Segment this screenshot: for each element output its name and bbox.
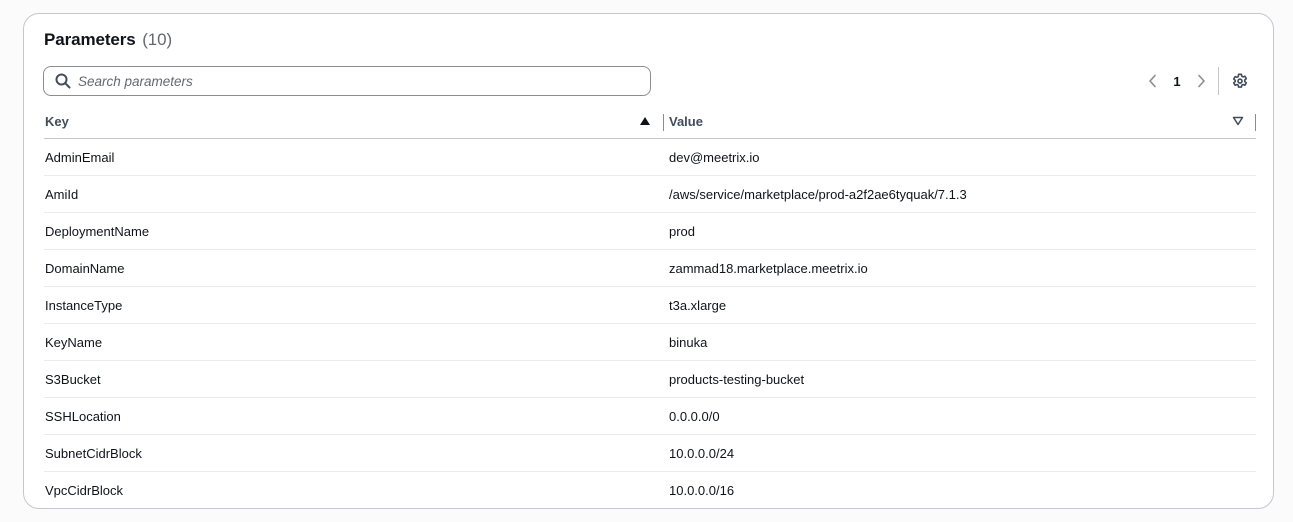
search-input[interactable] xyxy=(78,73,618,89)
parameter-key: DomainName xyxy=(44,249,664,287)
search-icon xyxy=(54,72,72,90)
parameter-key: SubnetCidrBlock xyxy=(44,434,664,472)
parameters-panel: Parameters (10) 1 xyxy=(23,13,1274,509)
parameter-value: binuka xyxy=(664,323,1256,361)
pagination-divider xyxy=(1218,67,1219,95)
column-header-key[interactable]: Key xyxy=(44,104,664,139)
parameter-value: prod xyxy=(664,212,1256,250)
table-row: KeyName binuka xyxy=(44,323,1256,361)
column-header-value-label: Value xyxy=(669,113,703,129)
column-header-value[interactable]: Value xyxy=(664,104,1256,139)
panel-title: Parameters xyxy=(44,30,136,49)
parameter-value: zammad18.marketplace.meetrix.io xyxy=(664,249,1256,287)
column-resizer[interactable] xyxy=(1255,114,1256,131)
parameter-key: DeploymentName xyxy=(44,212,664,250)
parameter-key: AmiId xyxy=(44,175,664,213)
table-row: SSHLocation 0.0.0.0/0 xyxy=(44,397,1256,435)
parameter-value: 10.0.0.0/16 xyxy=(669,482,735,498)
parameter-count: (10) xyxy=(142,30,173,49)
table-row: VpcCidrBlock 10.0.0.0/16 xyxy=(44,472,1256,509)
table-row: AdminEmail dev@meetrix.io xyxy=(44,138,1256,176)
gear-icon xyxy=(1232,73,1248,88)
parameter-key: KeyName xyxy=(44,323,664,361)
parameter-value: dev@meetrix.io xyxy=(664,138,1256,176)
parameter-key: AdminEmail xyxy=(44,138,664,176)
table-row: DeploymentName prod xyxy=(44,212,1256,250)
parameter-value: 0.0.0.0/0 xyxy=(664,397,1256,435)
parameter-key: SSHLocation xyxy=(44,397,664,435)
parameter-value: t3a.xlarge xyxy=(664,286,1256,324)
caret-up-filled-icon[interactable] xyxy=(639,116,651,126)
table-row: S3Bucket products-testing-bucket xyxy=(44,360,1256,398)
table-header-row: Key Value xyxy=(44,104,1256,139)
parameter-key: S3Bucket xyxy=(44,360,664,398)
parameters-table: Key Value AdminEmail dev@meetrix.io AmiI… xyxy=(44,104,1256,508)
previous-page-button[interactable] xyxy=(1142,69,1164,93)
table-row: InstanceType t3a.xlarge xyxy=(44,286,1256,324)
chevron-right-icon xyxy=(1198,74,1205,88)
parameter-key: VpcCidrBlock xyxy=(45,482,124,498)
next-page-button[interactable] xyxy=(1190,69,1212,93)
parameter-value: 10.0.0.0/24 xyxy=(664,434,1256,472)
panel-header: Parameters (10) xyxy=(44,30,172,50)
column-header-key-label: Key xyxy=(45,113,69,129)
chevron-left-icon xyxy=(1149,74,1156,88)
search-field[interactable] xyxy=(43,66,651,96)
table-row: AmiId /aws/service/marketplace/prod-a2f2… xyxy=(44,175,1256,213)
parameter-value: /aws/service/marketplace/prod-a2f2ae6tyq… xyxy=(664,175,1256,213)
caret-down-outline-icon[interactable] xyxy=(1232,116,1244,126)
pagination: 1 xyxy=(1142,67,1251,95)
parameter-key: InstanceType xyxy=(44,286,664,324)
parameter-value: products-testing-bucket xyxy=(664,360,1256,398)
preferences-button[interactable] xyxy=(1229,69,1251,93)
table-row: DomainName zammad18.marketplace.meetrix.… xyxy=(44,249,1256,287)
table-row: SubnetCidrBlock 10.0.0.0/24 xyxy=(44,434,1256,472)
current-page-number[interactable]: 1 xyxy=(1164,74,1190,89)
